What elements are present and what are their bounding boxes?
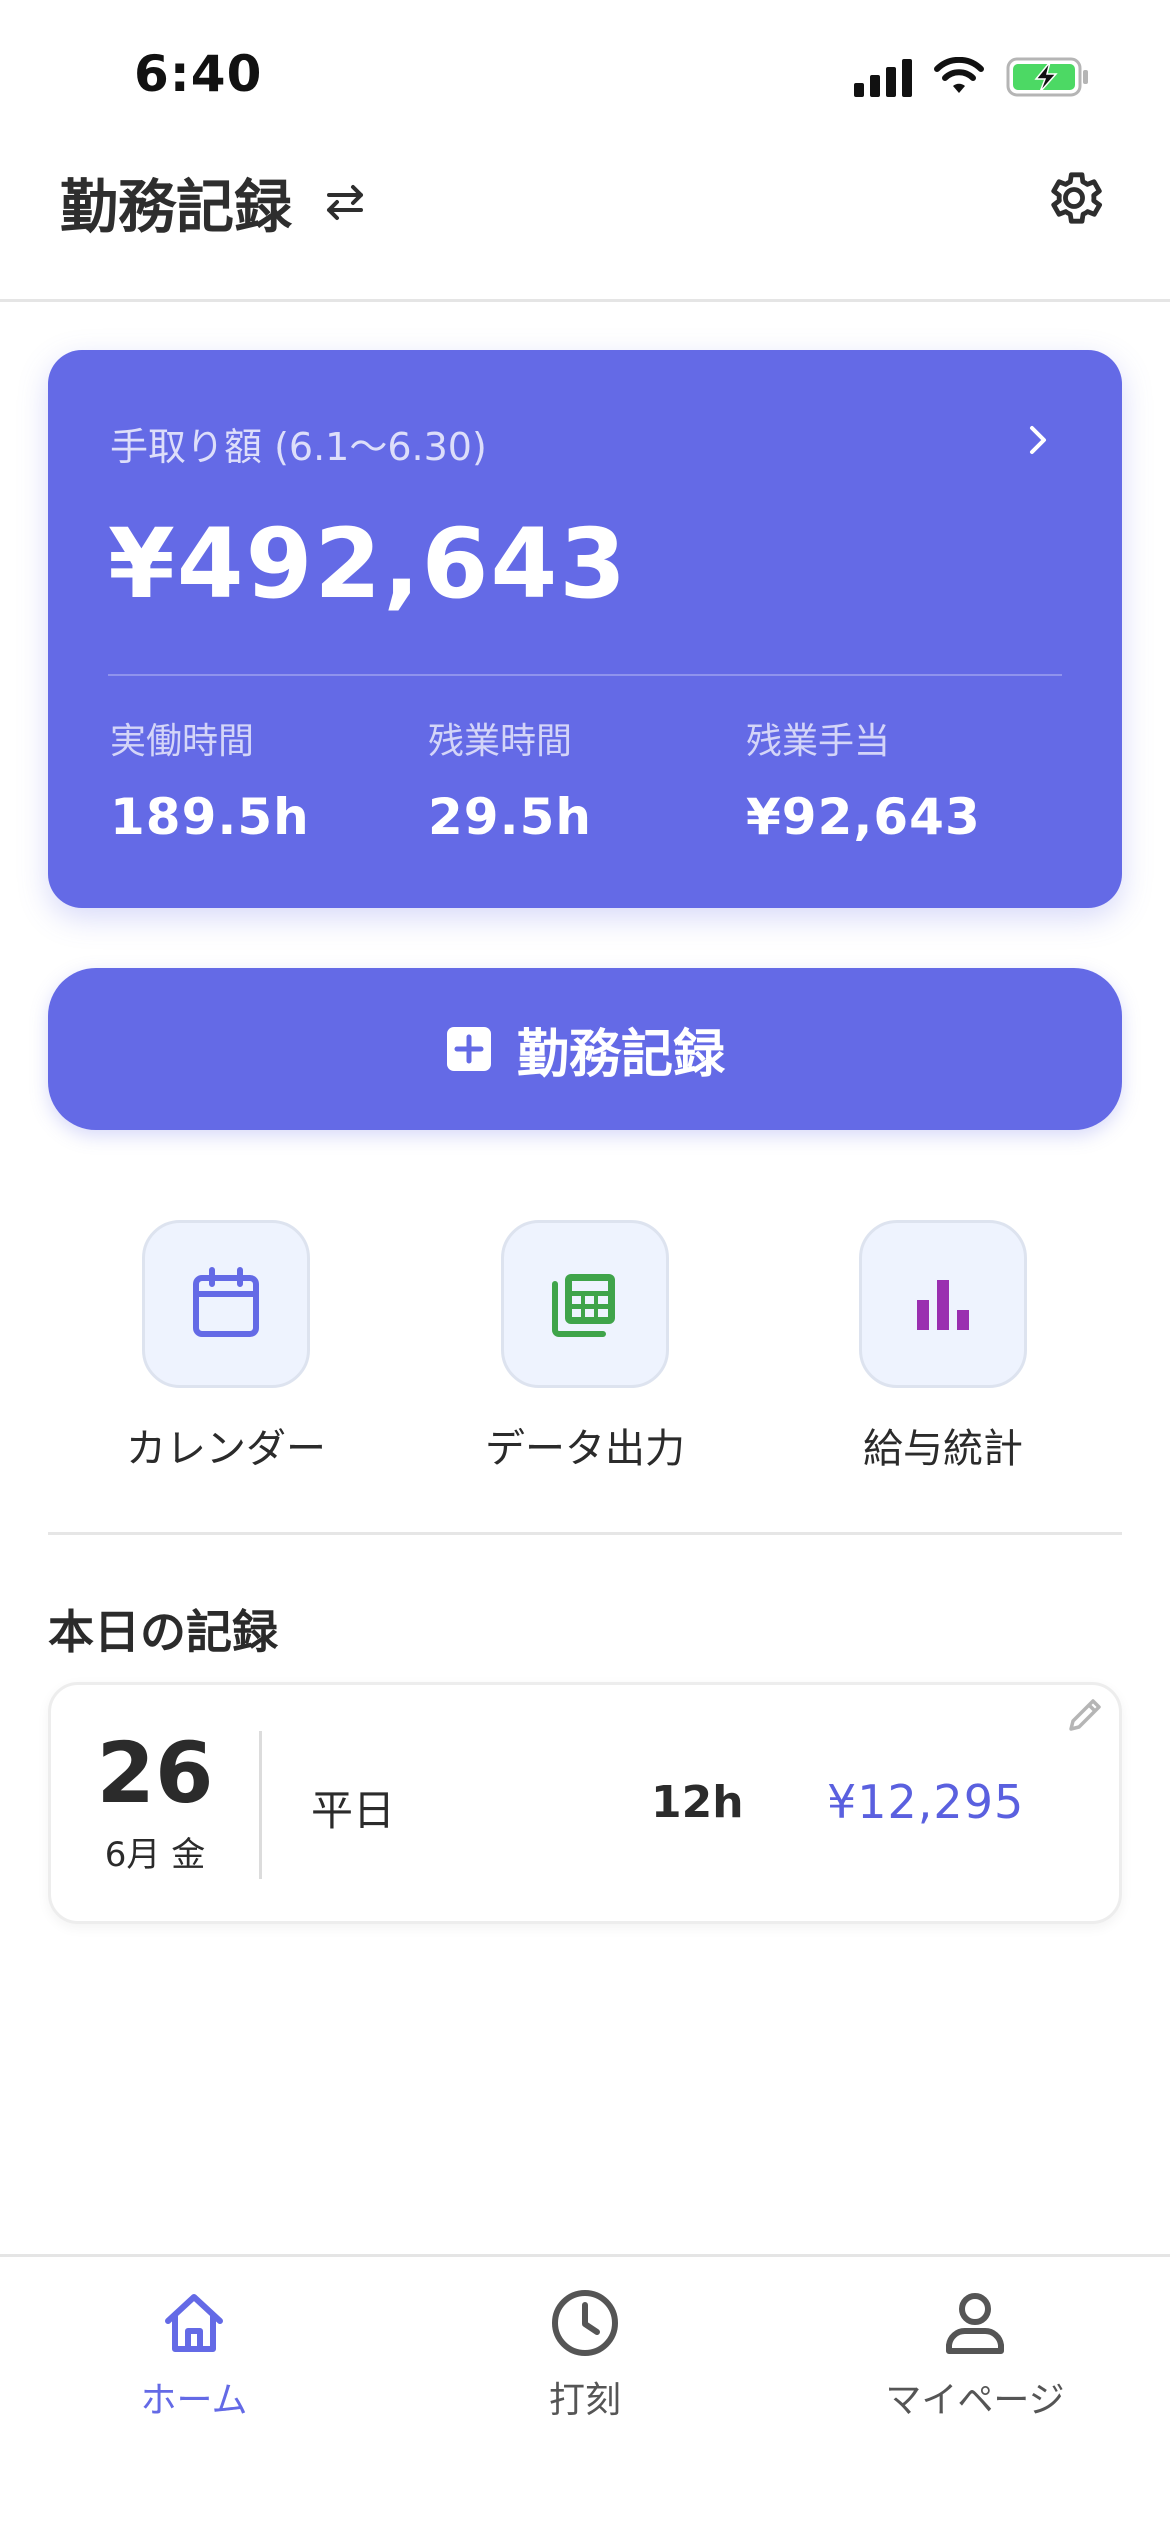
date-block: 26 6月 金: [51, 1685, 259, 1921]
stat-label: 実働時間: [110, 721, 255, 762]
app-header: 勤務記録: [0, 140, 1170, 302]
nav-label: マイページ: [885, 2380, 1065, 2421]
person-icon: [937, 2285, 1013, 2361]
stat-value: 189.5h: [110, 788, 310, 846]
record-work-button[interactable]: 勤務記録: [48, 968, 1122, 1130]
quick-action-data-export[interactable]: データ出力: [435, 1220, 735, 1474]
status-icons: [854, 52, 1090, 102]
stat-value: 29.5h: [428, 788, 592, 846]
net-pay-amount: ¥492,643: [108, 508, 629, 620]
stat-overtime-pay: 残業手当 ¥92,643: [746, 712, 981, 846]
section-divider: [48, 1532, 1122, 1535]
stat-overtime-hours: 残業時間 29.5h: [428, 712, 592, 846]
salary-stats-button[interactable]: [859, 1220, 1027, 1388]
status-bar: 6:40: [0, 0, 1170, 140]
bottom-navigation: ホーム 打刻 マイページ: [0, 2254, 1170, 2532]
net-pay-label: 手取り額 (6.1〜6.30): [110, 425, 487, 469]
pencil-icon[interactable]: [1061, 1691, 1109, 1739]
gear-icon: [1051, 172, 1102, 224]
today-record-card[interactable]: 26 6月 金 平日 12h ¥12,295: [48, 1682, 1122, 1924]
settings-button[interactable]: [1034, 158, 1114, 238]
data-export-button[interactable]: [501, 1220, 669, 1388]
net-pay-summary-card[interactable]: 手取り額 (6.1〜6.30) ¥492,643 実働時間 189.5h 残業時…: [48, 350, 1122, 908]
swap-arrows-icon[interactable]: [318, 175, 372, 229]
record-hours: 12h: [651, 1777, 744, 1828]
header-title-group[interactable]: 勤務記録: [60, 160, 372, 244]
battery-charging-icon: [1006, 57, 1088, 97]
date-divider: [259, 1731, 262, 1879]
status-time: 6:40: [134, 45, 263, 103]
bar-chart-icon: [917, 1280, 969, 1330]
quick-action-label: データ出力: [485, 1426, 685, 1472]
wifi-icon: [934, 57, 984, 93]
stat-label: 残業手当: [746, 721, 891, 762]
calendar-icon: [193, 1267, 259, 1337]
quick-action-calendar[interactable]: カレンダー: [76, 1220, 376, 1474]
nav-item-home[interactable]: ホーム: [74, 2285, 314, 2423]
stat-actual-hours: 実働時間 189.5h: [110, 712, 310, 846]
nav-label: ホーム: [140, 2380, 248, 2421]
cellular-signal-icon: [854, 57, 912, 97]
record-work-label: 勤務記録: [516, 1024, 725, 1085]
quick-action-label: カレンダー: [126, 1426, 326, 1472]
nav-item-clock-in[interactable]: 打刻: [465, 2285, 705, 2423]
nav-item-my-page[interactable]: マイページ: [855, 2285, 1095, 2423]
stat-label: 残業時間: [428, 721, 573, 762]
clock-icon: [547, 2285, 623, 2361]
summary-divider: [108, 674, 1062, 676]
home-icon: [156, 2285, 232, 2361]
date-month-weekday: 6月 金: [104, 1834, 206, 1875]
calendar-button[interactable]: [142, 1220, 310, 1388]
stat-value: ¥92,643: [746, 788, 981, 846]
today-record-title: 本日の記録: [48, 1605, 278, 1659]
page-title: 勤務記録: [60, 173, 293, 241]
record-pay: ¥12,295: [827, 1775, 1025, 1829]
spreadsheet-icon: [552, 1274, 615, 1337]
plus-square-icon: [446, 1027, 491, 1071]
quick-action-label: 給与統計: [863, 1426, 1023, 1472]
date-day: 26: [96, 1723, 214, 1822]
chevron-right-icon: [1030, 426, 1046, 454]
nav-label: 打刻: [548, 2380, 621, 2421]
quick-action-salary-stats[interactable]: 給与統計: [793, 1220, 1093, 1474]
record-day-type: 平日: [311, 1786, 396, 1835]
